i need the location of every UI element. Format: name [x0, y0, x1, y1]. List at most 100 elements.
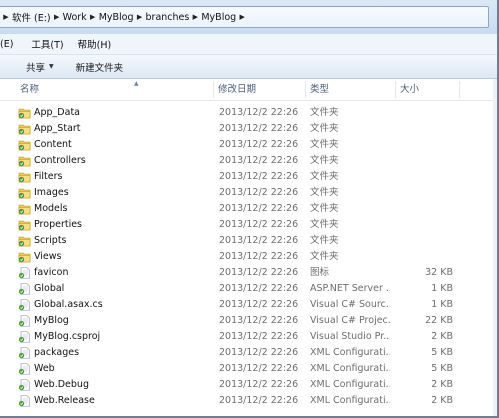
file-modified-date: 2013/12/2 22:26 — [219, 139, 299, 150]
file-modified-date: 2013/12/2 22:26 — [219, 331, 299, 342]
file-row[interactable]: Views 2013/12/2 22:26 文件夹 — [0, 249, 497, 265]
chevron-right-icon[interactable]: ▶ — [236, 13, 248, 21]
chevron-right-icon[interactable]: ▶ — [134, 13, 146, 21]
column-header-name[interactable]: 名称 — [16, 79, 212, 100]
chevron-right-icon[interactable]: ▶ — [189, 13, 201, 21]
file-size — [400, 169, 453, 185]
chevron-right-icon[interactable]: ▶ — [0, 13, 12, 21]
file-name: Views — [34, 251, 62, 262]
folder-icon — [18, 203, 31, 215]
file-modified-date: 2013/12/2 22:26 — [219, 251, 299, 262]
folder-icon — [18, 235, 31, 247]
chevron-right-icon[interactable]: ▶ — [87, 13, 99, 21]
folder-icon — [18, 251, 31, 263]
file-type: 文件夹 — [310, 219, 339, 230]
column-header-date[interactable]: 修改日期 — [214, 79, 304, 100]
file-row[interactable]: Scripts 2013/12/2 22:26 文件夹 — [0, 233, 497, 249]
new-folder-button[interactable]: 新建文件夹 — [76, 60, 124, 74]
file-type: XML Configurati... — [310, 363, 390, 374]
file-name: Properties — [34, 219, 83, 230]
file-size: 1 KB — [431, 299, 453, 310]
file-type: XML Configurati... — [310, 379, 390, 390]
folder-icon — [18, 187, 31, 199]
menu-item-edit[interactable]: (E) — [0, 39, 21, 50]
file-row[interactable]: Web.Release 2013/12/2 22:26 XML Configurat… — [0, 393, 497, 409]
file-size: 22 KB — [425, 315, 453, 326]
file-size: 32 KB — [425, 267, 453, 278]
file-modified-date: 2013/12/2 22:26 — [219, 235, 299, 246]
file-type: XML Configurati... — [310, 347, 390, 358]
file-row[interactable]: favicon 2013/12/2 22:26 图标 32 KB — [0, 265, 497, 281]
file-row[interactable]: App_Data 2013/12/2 22:26 文件夹 — [0, 105, 497, 121]
file-modified-date: 2013/12/2 22:26 — [219, 123, 299, 134]
file-modified-date: 2013/12/2 22:26 — [219, 219, 299, 230]
file-name: MyBlog.csproj — [34, 331, 101, 342]
file-icon — [18, 283, 31, 295]
file-modified-date: 2013/12/2 22:26 — [219, 379, 299, 390]
column-divider[interactable] — [459, 81, 460, 98]
file-row[interactable]: Controllers 2013/12/2 22:26 文件夹 — [0, 153, 497, 169]
file-size — [400, 249, 453, 265]
file-type: 文件夹 — [310, 171, 339, 182]
column-header-row: 名称 修改日期 类型 大小 — [0, 79, 497, 101]
file-row[interactable]: Global 2013/12/2 22:26 ASP.NET Server ... 1… — [0, 281, 497, 297]
file-row[interactable]: Images 2013/12/2 22:26 文件夹 — [0, 185, 497, 201]
file-row[interactable]: Web 2013/12/2 22:26 XML Configurati... 5 KB — [0, 361, 497, 377]
file-modified-date: 2013/12/2 22:26 — [219, 283, 299, 294]
file-type: 文件夹 — [310, 123, 339, 134]
file-row[interactable]: App_Start 2013/12/2 22:26 文件夹 — [0, 121, 497, 137]
file-modified-date: 2013/12/2 22:26 — [219, 267, 299, 278]
breadcrumb-work[interactable]: Work — [63, 7, 87, 27]
file-row[interactable]: Filters 2013/12/2 22:26 文件夹 — [0, 169, 497, 185]
file-size — [400, 217, 453, 233]
file-row[interactable]: MyBlog 2013/12/2 22:26 Visual C# Projec...… — [0, 313, 497, 329]
file-type: 文件夹 — [310, 235, 339, 246]
file-modified-date: 2013/12/2 22:26 — [219, 155, 299, 166]
file-row[interactable]: Web.Debug 2013/12/2 22:26 XML Configurati.… — [0, 377, 497, 393]
file-type: 文件夹 — [310, 203, 339, 214]
file-icon — [18, 379, 31, 391]
file-modified-date: 2013/12/2 22:26 — [219, 171, 299, 182]
file-type: ASP.NET Server ... — [310, 283, 390, 294]
file-row[interactable]: Properties 2013/12/2 22:26 文件夹 — [0, 217, 497, 233]
new-folder-label: 新建文件夹 — [75, 62, 124, 74]
breadcrumb-branches[interactable]: branches — [146, 7, 190, 27]
file-size: 5 KB — [431, 363, 453, 374]
address-bar: ▶ 软件 (E:) ▶ Work ▶ MyBlog ▶ branches ▶ M… — [0, 0, 497, 34]
column-header-type[interactable]: 类型 — [306, 79, 394, 100]
file-row[interactable]: Models 2013/12/2 22:26 文件夹 — [0, 201, 497, 217]
share-button[interactable]: 共享 ▼ — [26, 60, 54, 74]
file-name: Filters — [34, 171, 63, 182]
menu-item-tools[interactable]: 工具(T) — [31, 37, 71, 51]
file-name: Web.Release — [34, 395, 95, 406]
file-row[interactable]: Content 2013/12/2 22:26 文件夹 — [0, 137, 497, 153]
breadcrumb-current[interactable]: MyBlog — [201, 7, 236, 27]
folder-icon — [18, 155, 31, 167]
file-modified-date: 2013/12/2 22:26 — [219, 299, 299, 310]
file-name: Content — [34, 139, 72, 150]
menu-item-help[interactable]: 帮助(H) — [78, 37, 120, 51]
file-row[interactable]: MyBlog.csproj 2013/12/2 22:26 Visual Studi… — [0, 329, 497, 345]
file-name: packages — [34, 347, 80, 358]
chevron-right-icon[interactable]: ▶ — [51, 13, 63, 21]
breadcrumb-myblog[interactable]: MyBlog — [99, 7, 134, 27]
file-row[interactable]: Global.asax.cs 2013/12/2 22:26 Visual C# S… — [0, 297, 497, 313]
file-type: Visual Studio Pr... — [310, 331, 390, 342]
file-modified-date: 2013/12/2 22:26 — [219, 107, 299, 118]
file-name: MyBlog — [34, 315, 69, 326]
file-modified-date: 2013/12/2 22:26 — [219, 363, 299, 374]
file-type: 文件夹 — [310, 155, 339, 166]
column-header-size[interactable]: 大小 — [396, 79, 458, 100]
file-size: 2 KB — [431, 379, 453, 390]
folder-icon — [18, 171, 31, 183]
sort-ascending-icon: ▲ — [134, 80, 139, 87]
breadcrumb-drive[interactable]: 软件 (E:) — [12, 7, 51, 27]
scrollbar[interactable] — [493, 79, 497, 416]
file-type: 文件夹 — [310, 187, 339, 198]
file-name: Web — [34, 363, 55, 374]
file-modified-date: 2013/12/2 22:26 — [219, 203, 299, 214]
file-size: 5 KB — [431, 347, 453, 358]
file-row[interactable]: packages 2013/12/2 22:26 XML Configurati..… — [0, 345, 497, 361]
breadcrumb[interactable]: ▶ 软件 (E:) ▶ Work ▶ MyBlog ▶ branches ▶ M… — [0, 6, 489, 28]
file-icon — [18, 347, 31, 359]
